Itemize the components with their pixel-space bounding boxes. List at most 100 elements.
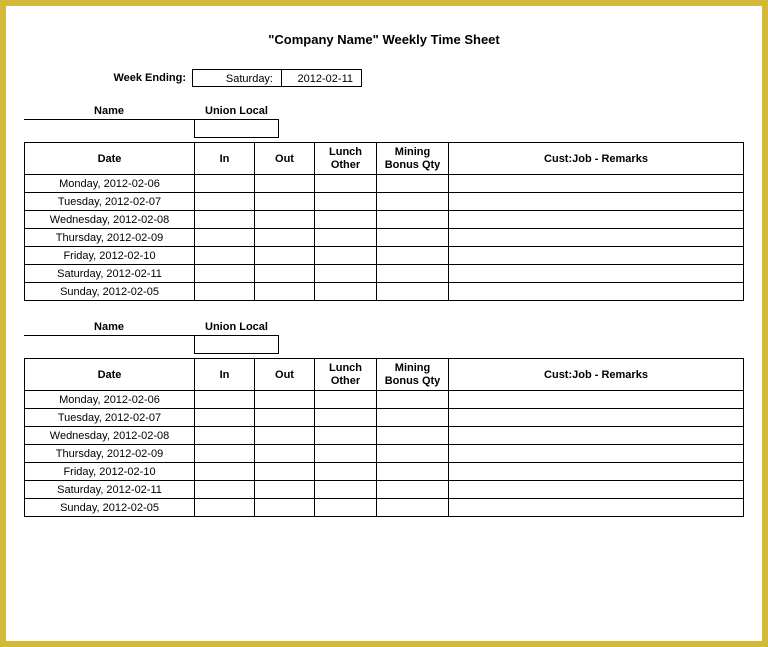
cell-date: Wednesday, 2012-02-08 — [25, 427, 195, 445]
cell-remarks[interactable] — [449, 283, 744, 301]
cell-out[interactable] — [255, 211, 315, 229]
cell-in[interactable] — [195, 463, 255, 481]
header-bonus-line2: Bonus Qty — [381, 375, 444, 388]
cell-lunch[interactable] — [315, 481, 377, 499]
cell-date: Tuesday, 2012-02-07 — [25, 193, 195, 211]
cell-remarks[interactable] — [449, 409, 744, 427]
cell-remarks[interactable] — [449, 265, 744, 283]
cell-in[interactable] — [195, 175, 255, 193]
cell-in[interactable] — [195, 229, 255, 247]
cell-in[interactable] — [195, 481, 255, 499]
cell-bonus[interactable] — [377, 463, 449, 481]
cell-lunch[interactable] — [315, 247, 377, 265]
cell-date: Saturday, 2012-02-11 — [25, 265, 195, 283]
header-out: Out — [255, 359, 315, 391]
cell-remarks[interactable] — [449, 391, 744, 409]
cell-remarks[interactable] — [449, 193, 744, 211]
name-label: Name — [24, 321, 194, 336]
cell-date: Monday, 2012-02-06 — [25, 175, 195, 193]
cell-bonus[interactable] — [377, 247, 449, 265]
cell-in[interactable] — [195, 445, 255, 463]
table-row: Wednesday, 2012-02-08 — [25, 427, 744, 445]
cell-date: Sunday, 2012-02-05 — [25, 283, 195, 301]
cell-out[interactable] — [255, 391, 315, 409]
cell-remarks[interactable] — [449, 463, 744, 481]
cell-bonus[interactable] — [377, 265, 449, 283]
cell-remarks[interactable] — [449, 247, 744, 265]
cell-lunch[interactable] — [315, 427, 377, 445]
cell-in[interactable] — [195, 193, 255, 211]
cell-lunch[interactable] — [315, 445, 377, 463]
header-lunch: Lunch Other — [315, 359, 377, 391]
cell-lunch[interactable] — [315, 499, 377, 517]
cell-bonus[interactable] — [377, 445, 449, 463]
union-input[interactable] — [194, 120, 279, 138]
cell-out[interactable] — [255, 229, 315, 247]
table-header-row: Date In Out Lunch Other Mining Bonus Qty… — [25, 359, 744, 391]
header-lunch-line2: Other — [319, 375, 372, 388]
cell-lunch[interactable] — [315, 175, 377, 193]
cell-out[interactable] — [255, 409, 315, 427]
cell-out[interactable] — [255, 427, 315, 445]
cell-bonus[interactable] — [377, 283, 449, 301]
cell-bonus[interactable] — [377, 427, 449, 445]
cell-date: Saturday, 2012-02-11 — [25, 481, 195, 499]
cell-lunch[interactable] — [315, 265, 377, 283]
cell-lunch[interactable] — [315, 463, 377, 481]
header-date: Date — [25, 359, 195, 391]
cell-bonus[interactable] — [377, 193, 449, 211]
cell-in[interactable] — [195, 265, 255, 283]
cell-out[interactable] — [255, 193, 315, 211]
cell-bonus[interactable] — [377, 229, 449, 247]
header-out: Out — [255, 143, 315, 175]
cell-remarks[interactable] — [449, 175, 744, 193]
cell-bonus[interactable] — [377, 175, 449, 193]
cell-date: Monday, 2012-02-06 — [25, 391, 195, 409]
cell-out[interactable] — [255, 463, 315, 481]
cell-bonus[interactable] — [377, 211, 449, 229]
cell-lunch[interactable] — [315, 409, 377, 427]
cell-remarks[interactable] — [449, 499, 744, 517]
table-row: Thursday, 2012-02-09 — [25, 229, 744, 247]
cell-out[interactable] — [255, 445, 315, 463]
cell-out[interactable] — [255, 481, 315, 499]
cell-in[interactable] — [195, 409, 255, 427]
cell-remarks[interactable] — [449, 211, 744, 229]
cell-out[interactable] — [255, 283, 315, 301]
header-lunch: Lunch Other — [315, 143, 377, 175]
cell-remarks[interactable] — [449, 229, 744, 247]
cell-in[interactable] — [195, 247, 255, 265]
cell-remarks[interactable] — [449, 427, 744, 445]
document-frame: "Company Name" Weekly Time Sheet Week En… — [0, 0, 768, 647]
cell-bonus[interactable] — [377, 499, 449, 517]
cell-in[interactable] — [195, 427, 255, 445]
timesheet-body-1: Monday, 2012-02-06 Tuesday, 2012-02-07 — [25, 175, 744, 301]
cell-out[interactable] — [255, 247, 315, 265]
union-input[interactable] — [194, 336, 279, 354]
cell-in[interactable] — [195, 283, 255, 301]
cell-out[interactable] — [255, 175, 315, 193]
cell-in[interactable] — [195, 211, 255, 229]
table-row: Sunday, 2012-02-05 — [25, 499, 744, 517]
cell-lunch[interactable] — [315, 211, 377, 229]
timesheet-section-1: Name Union Local Date In Out Lunch Other… — [24, 105, 744, 301]
cell-lunch[interactable] — [315, 391, 377, 409]
cell-lunch[interactable] — [315, 229, 377, 247]
cell-in[interactable] — [195, 499, 255, 517]
table-row: Monday, 2012-02-06 — [25, 175, 744, 193]
cell-out[interactable] — [255, 499, 315, 517]
union-label: Union Local — [194, 321, 279, 336]
table-row: Thursday, 2012-02-09 — [25, 445, 744, 463]
table-header-row: Date In Out Lunch Other Mining Bonus Qty… — [25, 143, 744, 175]
cell-remarks[interactable] — [449, 445, 744, 463]
header-lunch-line1: Lunch — [319, 146, 372, 159]
union-input-row — [24, 336, 744, 354]
cell-lunch[interactable] — [315, 193, 377, 211]
cell-lunch[interactable] — [315, 283, 377, 301]
cell-bonus[interactable] — [377, 481, 449, 499]
cell-remarks[interactable] — [449, 481, 744, 499]
cell-in[interactable] — [195, 391, 255, 409]
cell-out[interactable] — [255, 265, 315, 283]
cell-bonus[interactable] — [377, 391, 449, 409]
cell-bonus[interactable] — [377, 409, 449, 427]
